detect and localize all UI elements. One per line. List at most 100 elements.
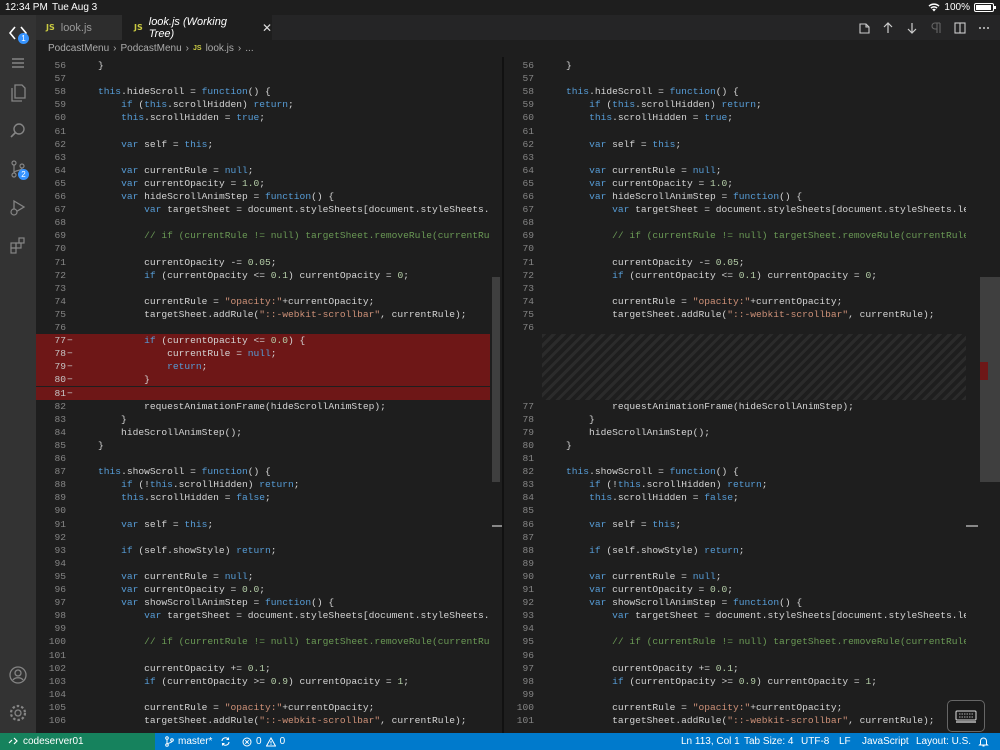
left-scrollbar[interactable]	[490, 57, 502, 733]
code-line[interactable]: 76	[36, 321, 502, 334]
code-line[interactable]: 95 var currentRule = null;	[36, 570, 502, 583]
code-line[interactable]: 70	[504, 242, 1000, 255]
close-icon[interactable]: ✕	[262, 21, 272, 35]
code-line[interactable]: 81	[504, 452, 1000, 465]
code-line[interactable]: 73	[36, 282, 502, 295]
code-line[interactable]: 64 var currentRule = null;	[36, 164, 502, 177]
code-line[interactable]: 57	[36, 72, 502, 85]
notifications-button[interactable]	[978, 733, 989, 750]
right-scrollbar[interactable]	[966, 57, 1000, 733]
code-line[interactable]: 72 if (currentOpacity <= 0.1) currentOpa…	[36, 269, 502, 282]
code-line[interactable]: 67 var targetSheet = document.styleSheet…	[36, 203, 502, 216]
keyboard-layout[interactable]: Layout: U.S.	[916, 733, 971, 750]
code-line[interactable]: 90 var currentRule = null;	[504, 570, 1000, 583]
code-line[interactable]: 102 currentOpacity += 0.1;	[36, 662, 502, 675]
code-line[interactable]: 94	[36, 557, 502, 570]
code-line[interactable]: 86 var self = this;	[504, 518, 1000, 531]
remote-explorer-button[interactable]: 1	[0, 17, 36, 49]
code-line[interactable]: 69 // if (currentRule != null) targetShe…	[504, 229, 1000, 242]
code-line[interactable]: 59 if (this.scrollHidden) return;	[504, 98, 1000, 111]
encoding[interactable]: UTF-8	[801, 733, 829, 750]
code-line[interactable]: 90	[36, 504, 502, 517]
problems-indicator[interactable]: 0 0	[242, 733, 285, 750]
previous-change-button[interactable]	[880, 20, 896, 36]
code-line[interactable]: 77 requestAnimationFrame(hideScrollAnimS…	[504, 400, 1000, 413]
code-line[interactable]: 71 currentOpacity -= 0.05;	[504, 256, 1000, 269]
explorer-button[interactable]	[0, 77, 36, 109]
code-line[interactable]: 96 var currentOpacity = 0.0;	[36, 583, 502, 596]
code-line[interactable]: 84 hideScrollAnimStep();	[36, 426, 502, 439]
code-line[interactable]: 101	[36, 649, 502, 662]
code-line[interactable]: 104	[36, 688, 502, 701]
code-line[interactable]: 60 this.scrollHidden = true;	[504, 111, 1000, 124]
code-line[interactable]: 89 this.scrollHidden = false;	[36, 491, 502, 504]
code-line[interactable]: 66 var hideScrollAnimStep = function() {	[504, 190, 1000, 203]
code-line[interactable]: 58 this.hideScroll = function() {	[504, 85, 1000, 98]
end-of-line[interactable]: LF	[839, 733, 851, 750]
code-line[interactable]: 72 if (currentOpacity <= 0.1) currentOpa…	[504, 269, 1000, 282]
breadcrumb-item[interactable]: look.js	[206, 43, 234, 54]
code-line[interactable]: 88 if (self.showStyle) return;	[504, 544, 1000, 557]
code-line[interactable]: 66 var hideScrollAnimStep = function() {	[36, 190, 502, 203]
code-line[interactable]: 94	[504, 622, 1000, 635]
code-line[interactable]: 99	[36, 622, 502, 635]
deleted-code-line[interactable]: 78− currentRule = null;	[36, 347, 502, 361]
code-line[interactable]: 92	[36, 531, 502, 544]
menu-button[interactable]	[0, 47, 36, 79]
code-line[interactable]: 82 this.showScroll = function() {	[504, 465, 1000, 478]
code-line[interactable]: 84 this.scrollHidden = false;	[504, 491, 1000, 504]
code-line[interactable]: 98 if (currentOpacity >= 0.9) currentOpa…	[504, 675, 1000, 688]
code-line[interactable]: 70	[36, 242, 502, 255]
run-debug-button[interactable]	[0, 191, 36, 223]
code-line[interactable]: 86	[36, 452, 502, 465]
sync-button[interactable]	[220, 733, 231, 750]
code-line[interactable]: 99	[504, 688, 1000, 701]
code-line[interactable]: 57	[504, 72, 1000, 85]
code-line[interactable]: 65 var currentOpacity = 1.0;	[504, 177, 1000, 190]
code-line[interactable]: 83 }	[36, 413, 502, 426]
code-line[interactable]: 87 this.showScroll = function() {	[36, 465, 502, 478]
code-line[interactable]: 87	[504, 531, 1000, 544]
diff-modified-pane[interactable]: 56 } 57 58 this.hideScroll = function() {5…	[504, 57, 1000, 733]
diff-original-pane[interactable]: 56 } 57 58 this.hideScroll = function() {5…	[36, 57, 502, 733]
code-line[interactable]: 68	[504, 216, 1000, 229]
code-line[interactable]: 97 var showScrollAnimStep = function() {	[36, 596, 502, 609]
code-line[interactable]: 92 var showScrollAnimStep = function() {	[504, 596, 1000, 609]
code-line[interactable]: 68	[36, 216, 502, 229]
code-line[interactable]: 96	[504, 649, 1000, 662]
code-line[interactable]: 69 // if (currentRule != null) targetShe…	[36, 229, 502, 242]
code-line[interactable]: 74 currentRule = "opacity:"+currentOpaci…	[36, 295, 502, 308]
deleted-code-line[interactable]: 80− }	[36, 373, 502, 387]
code-line[interactable]: 74 currentRule = "opacity:"+currentOpaci…	[504, 295, 1000, 308]
code-line[interactable]: 71 currentOpacity -= 0.05;	[36, 256, 502, 269]
cursor-position[interactable]: Ln 113, Col 1	[681, 733, 740, 750]
code-line[interactable]: 62 var self = this;	[36, 138, 502, 151]
deleted-code-line[interactable]: 81−	[36, 386, 502, 400]
code-line[interactable]: 97 currentOpacity += 0.1;	[504, 662, 1000, 675]
code-line[interactable]: 76	[504, 321, 1000, 334]
code-line[interactable]: 78 }	[504, 413, 1000, 426]
code-line[interactable]: 93 if (self.showStyle) return;	[36, 544, 502, 557]
code-line[interactable]: 56 }	[36, 59, 502, 72]
code-line[interactable]: 63	[504, 151, 1000, 164]
code-line[interactable]: 106 targetSheet.addRule("::-webkit-scrol…	[36, 714, 502, 727]
code-line[interactable]: 64 var currentRule = null;	[504, 164, 1000, 177]
code-line[interactable]: 59 if (this.scrollHidden) return;	[36, 98, 502, 111]
code-line[interactable]: 75 targetSheet.addRule("::-webkit-scroll…	[36, 308, 502, 321]
code-line[interactable]: 95 // if (currentRule != null) targetShe…	[504, 635, 1000, 648]
code-line[interactable]: 85 }	[36, 439, 502, 452]
deleted-code-line[interactable]: 77− if (currentOpacity <= 0.0) {	[36, 334, 502, 348]
code-line[interactable]: 89	[504, 557, 1000, 570]
code-line[interactable]: 105 currentRule = "opacity:"+currentOpac…	[36, 701, 502, 714]
code-line[interactable]: 93 var targetSheet = document.styleSheet…	[504, 609, 1000, 622]
code-line[interactable]: 100 // if (currentRule != null) targetSh…	[36, 635, 502, 648]
code-line[interactable]: 75 targetSheet.addRule("::-webkit-scroll…	[504, 308, 1000, 321]
settings-button[interactable]	[0, 697, 36, 729]
code-line[interactable]: 62 var self = this;	[504, 138, 1000, 151]
code-line[interactable]: 58 this.hideScroll = function() {	[36, 85, 502, 98]
code-line[interactable]: 80 }	[504, 439, 1000, 452]
code-line[interactable]: 67 var targetSheet = document.styleSheet…	[504, 203, 1000, 216]
keyboard-toggle-button[interactable]	[947, 700, 985, 732]
code-line[interactable]: 88 if (!this.scrollHidden) return;	[36, 478, 502, 491]
code-line[interactable]: 100 currentRule = "opacity:"+currentOpac…	[504, 701, 1000, 714]
